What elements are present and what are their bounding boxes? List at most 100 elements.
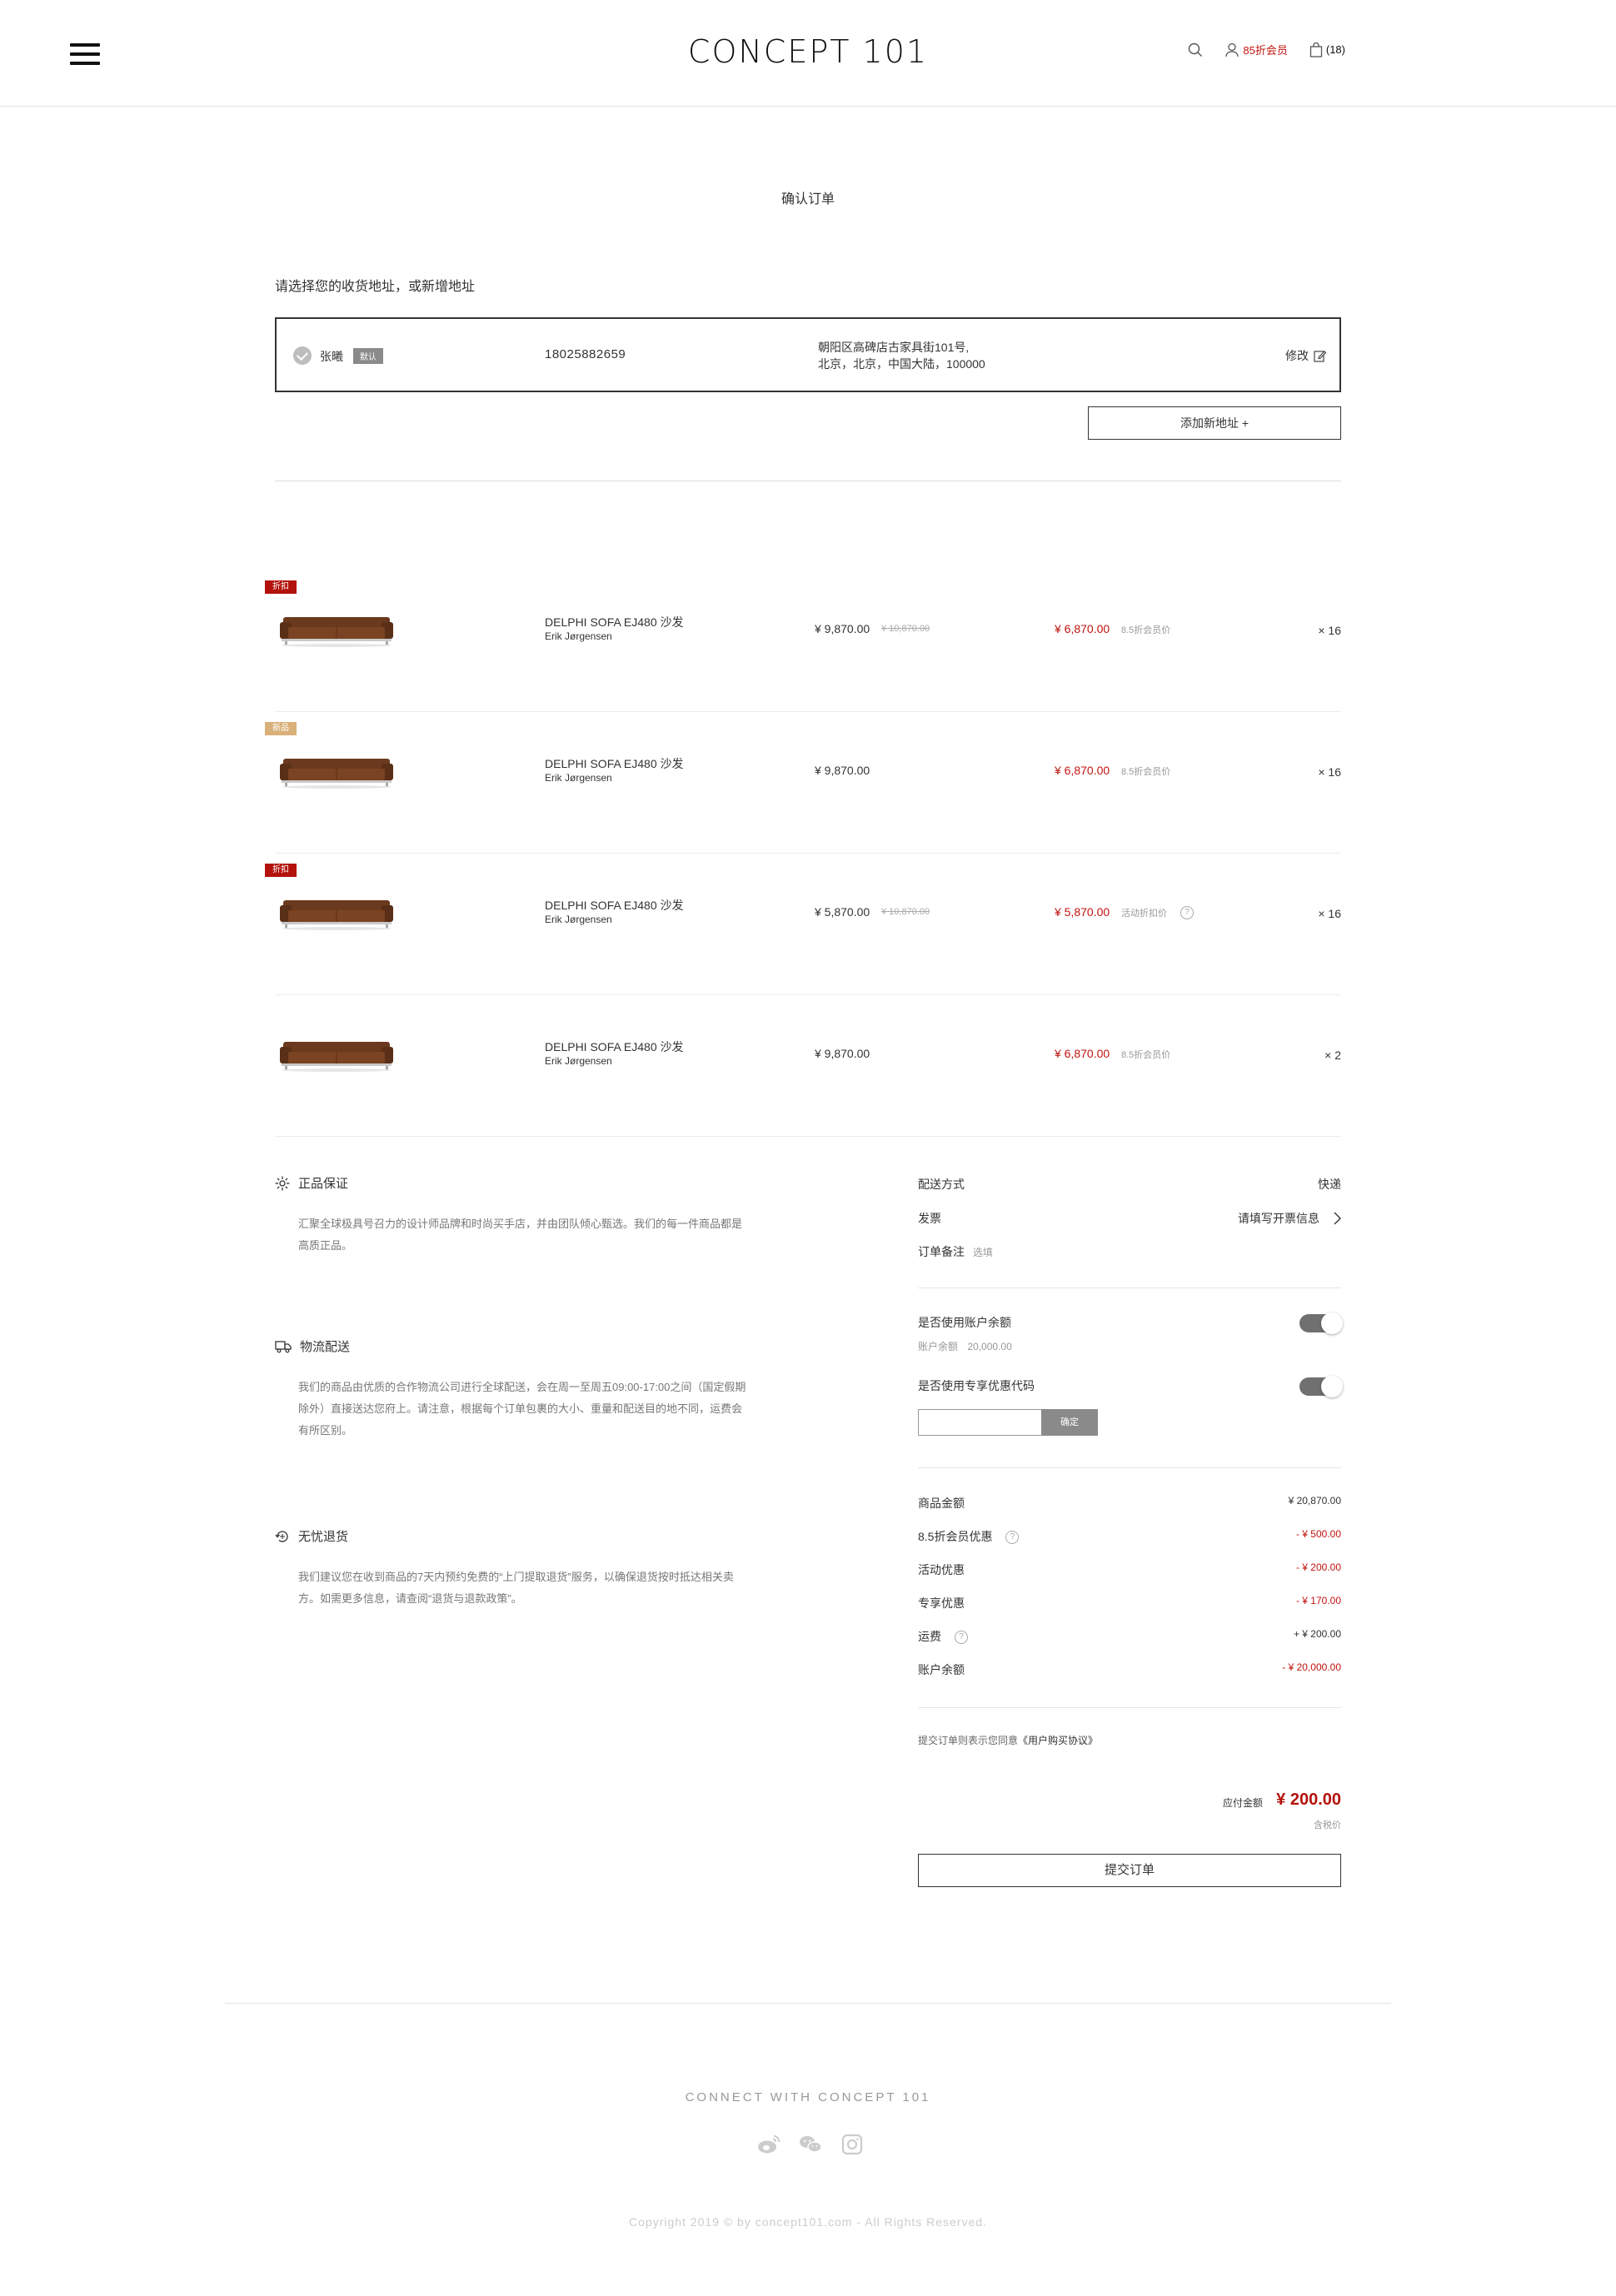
edit-address-label: 修改 [1285,349,1309,362]
help-icon[interactable]: ? [1005,1531,1020,1545]
price-line: 运费? + ¥ 200.00 [918,1628,1341,1645]
product-price: ¥ 5,870.00 [815,905,870,919]
order-note-row[interactable]: 订单备注 选填 [918,1243,1341,1260]
product-thumbnail[interactable] [278,1035,395,1072]
use-balance-label: 是否使用账户余额 [918,1316,1011,1329]
balance-info: 账户余额 20,000.00 [918,1339,1341,1353]
product-name[interactable]: DELPHI SOFA EJ480 沙发 [545,897,684,914]
use-balance-toggle[interactable] [1299,1312,1343,1334]
product-badge: 新品 [265,722,297,735]
delivery-row: 配送方式 快递 [918,1176,1341,1193]
sofa-image [280,617,393,647]
payable-total: ¥ 200.00 [1276,1790,1341,1809]
price-line-label: 8.5折会员优惠 [918,1530,993,1543]
social-links [756,2132,865,2157]
sofa-image [280,759,393,789]
product-designer: Erik Jørgensen [545,772,612,784]
product-discount-note-text: 8.5折会员价 [1121,1050,1171,1060]
product-row[interactable]: 折扣 DELPHI SOFA EJ480 沙发 Erik Jørgensen ¥ 9,… [265,570,1341,712]
price-line-label: 账户余额 [918,1663,965,1676]
address-line-2: 北京，北京，中国大陆，100000 [818,357,985,371]
info-return-text: 我们建议您在收到商品的7天内预约免费的“上门提取退货”服务，以确保退货按时抵达相… [298,1571,734,1605]
product-designer: Erik Jørgensen [545,630,612,642]
address-card[interactable]: 张曦 默认 18025882659 朝阳区高碑店古家具街101号, 北京，北京，… [275,317,1341,392]
recipient-phone: 18025882659 [545,347,626,361]
edit-icon [1314,350,1326,362]
account-button[interactable]: 85折会员 [1224,42,1288,57]
delivery-label: 配送方式 [918,1178,965,1191]
recipient-name: 张曦 [320,350,343,363]
product-row[interactable]: 新品 DELPHI SOFA EJ480 沙发 Erik Jørgensen ¥ 9,… [265,712,1341,854]
info-logistics-text: 我们的商品由优质的合作物流公司进行全球配送，会在周一至周五09:00-17:00… [298,1381,746,1437]
site-header: CONCEPT 101 85折会员 (18) [0,0,1616,107]
price-line-label: 活动优惠 [918,1563,965,1576]
product-thumbnail[interactable] [278,610,395,647]
product-row[interactable]: DELPHI SOFA EJ480 沙发 Erik Jørgensen ¥ 9,87… [275,995,1341,1137]
product-price: ¥ 9,870.00 [815,764,870,777]
product-designer: Erik Jørgensen [545,914,612,925]
purchase-agreement-link[interactable]: 《用户购买协议》 [1018,1735,1098,1746]
price-line-value: - ¥ 170.00 [1295,1595,1341,1606]
balance-sub-label: 账户余额 [918,1341,959,1352]
price-line-label: 商品金额 [918,1497,965,1510]
price-line: 账户余额 - ¥ 20,000.00 [918,1661,1341,1678]
product-price: ¥ 9,870.00 [815,1047,870,1060]
use-coupon-label: 是否使用专享优惠代码 [918,1379,1035,1392]
use-coupon-row: 是否使用专享优惠代码 [918,1376,1343,1397]
search-button[interactable] [1188,42,1203,57]
product-original-price: ¥ 10,870.00 [881,624,930,634]
price-line-value: ¥ 20,870.00 [1288,1495,1341,1507]
help-icon[interactable]: ? [1180,906,1194,919]
product-discount-note-text: 活动折扣价 [1121,909,1167,919]
product-quantity: × 16 [1318,624,1341,637]
search-icon [1189,42,1203,57]
product-thumbnail[interactable] [278,752,395,789]
wechat-icon[interactable] [798,2132,823,2157]
product-quantity: × 16 [1318,907,1341,920]
product-quantity: × 2 [1324,1048,1341,1062]
address-line-1: 朝阳区高碑店古家具街101号, [818,341,970,354]
product-name[interactable]: DELPHI SOFA EJ480 沙发 [545,614,684,630]
info-return-title: 无忧退货 [298,1530,349,1544]
return-icon [275,1530,288,1542]
product-discount-note-text: 8.5折会员价 [1121,625,1171,635]
cart-button[interactable]: (18) [1309,42,1345,57]
invoice-value[interactable]: 请填写开票信息 [1238,1210,1319,1227]
help-icon[interactable]: ? [955,1631,968,1645]
connect-heading: CONNECT WITH CONCEPT 101 [685,2090,931,2104]
product-price: ¥ 9,870.00 [815,622,870,635]
info-logistics: 物流配送 我们的商品由优质的合作物流公司进行全球配送，会在周一至周五09:00-… [275,1337,748,1442]
coupon-code-input[interactable] [918,1409,1041,1436]
address-selected-check-icon[interactable] [293,346,312,365]
product-discount-price: ¥ 6,870.00 [1055,764,1110,777]
invoice-row[interactable]: 发票 请填写开票信息 [918,1210,1341,1227]
coupon-confirm-button[interactable]: 确定 [1041,1409,1098,1436]
submit-order-button[interactable]: 提交订单 [918,1854,1341,1887]
order-note-hint: 选填 [972,1247,993,1258]
site-logo[interactable]: CONCEPT 101 [0,33,1616,70]
product-discount-price: ¥ 5,870.00 [1055,905,1110,919]
divider [918,1467,1341,1468]
tax-included-note: 含税价 [1314,1820,1341,1830]
product-discount-note: 8.5折会员价 [1121,765,1170,778]
delivery-value[interactable]: 快递 [1318,1176,1341,1193]
product-name[interactable]: DELPHI SOFA EJ480 沙发 [545,755,684,772]
info-return: 无忧退货 我们建议您在收到商品的7天内预约免费的“上门提取退货”服务，以确保退货… [275,1527,748,1610]
product-discount-note-text: 8.5折会员价 [1121,767,1171,777]
instagram-icon[interactable] [840,2132,865,2157]
product-thumbnail[interactable] [278,894,395,930]
product-badge: 折扣 [265,580,297,594]
product-name[interactable]: DELPHI SOFA EJ480 沙发 [545,1038,684,1055]
price-line-value: - ¥ 20,000.00 [1282,1661,1341,1673]
product-row[interactable]: 折扣 DELPHI SOFA EJ480 沙发 Erik Jørgensen ¥ 5,… [265,854,1341,995]
agreement-text: 提交订单则表示您同意《用户购买协议》 [918,1733,1098,1747]
use-coupon-toggle[interactable] [1299,1376,1343,1397]
member-level: 85折会员 [1243,44,1288,57]
product-discount-note: 8.5折会员价 [1121,1048,1170,1061]
edit-address-button[interactable]: 修改 [1285,347,1326,364]
add-address-button[interactable]: 添加新地址 + [1088,406,1341,440]
sofa-image [280,900,393,930]
order-note-label: 订单备注 [918,1245,965,1258]
truck-icon [275,1340,292,1352]
weibo-icon[interactable] [756,2132,781,2157]
